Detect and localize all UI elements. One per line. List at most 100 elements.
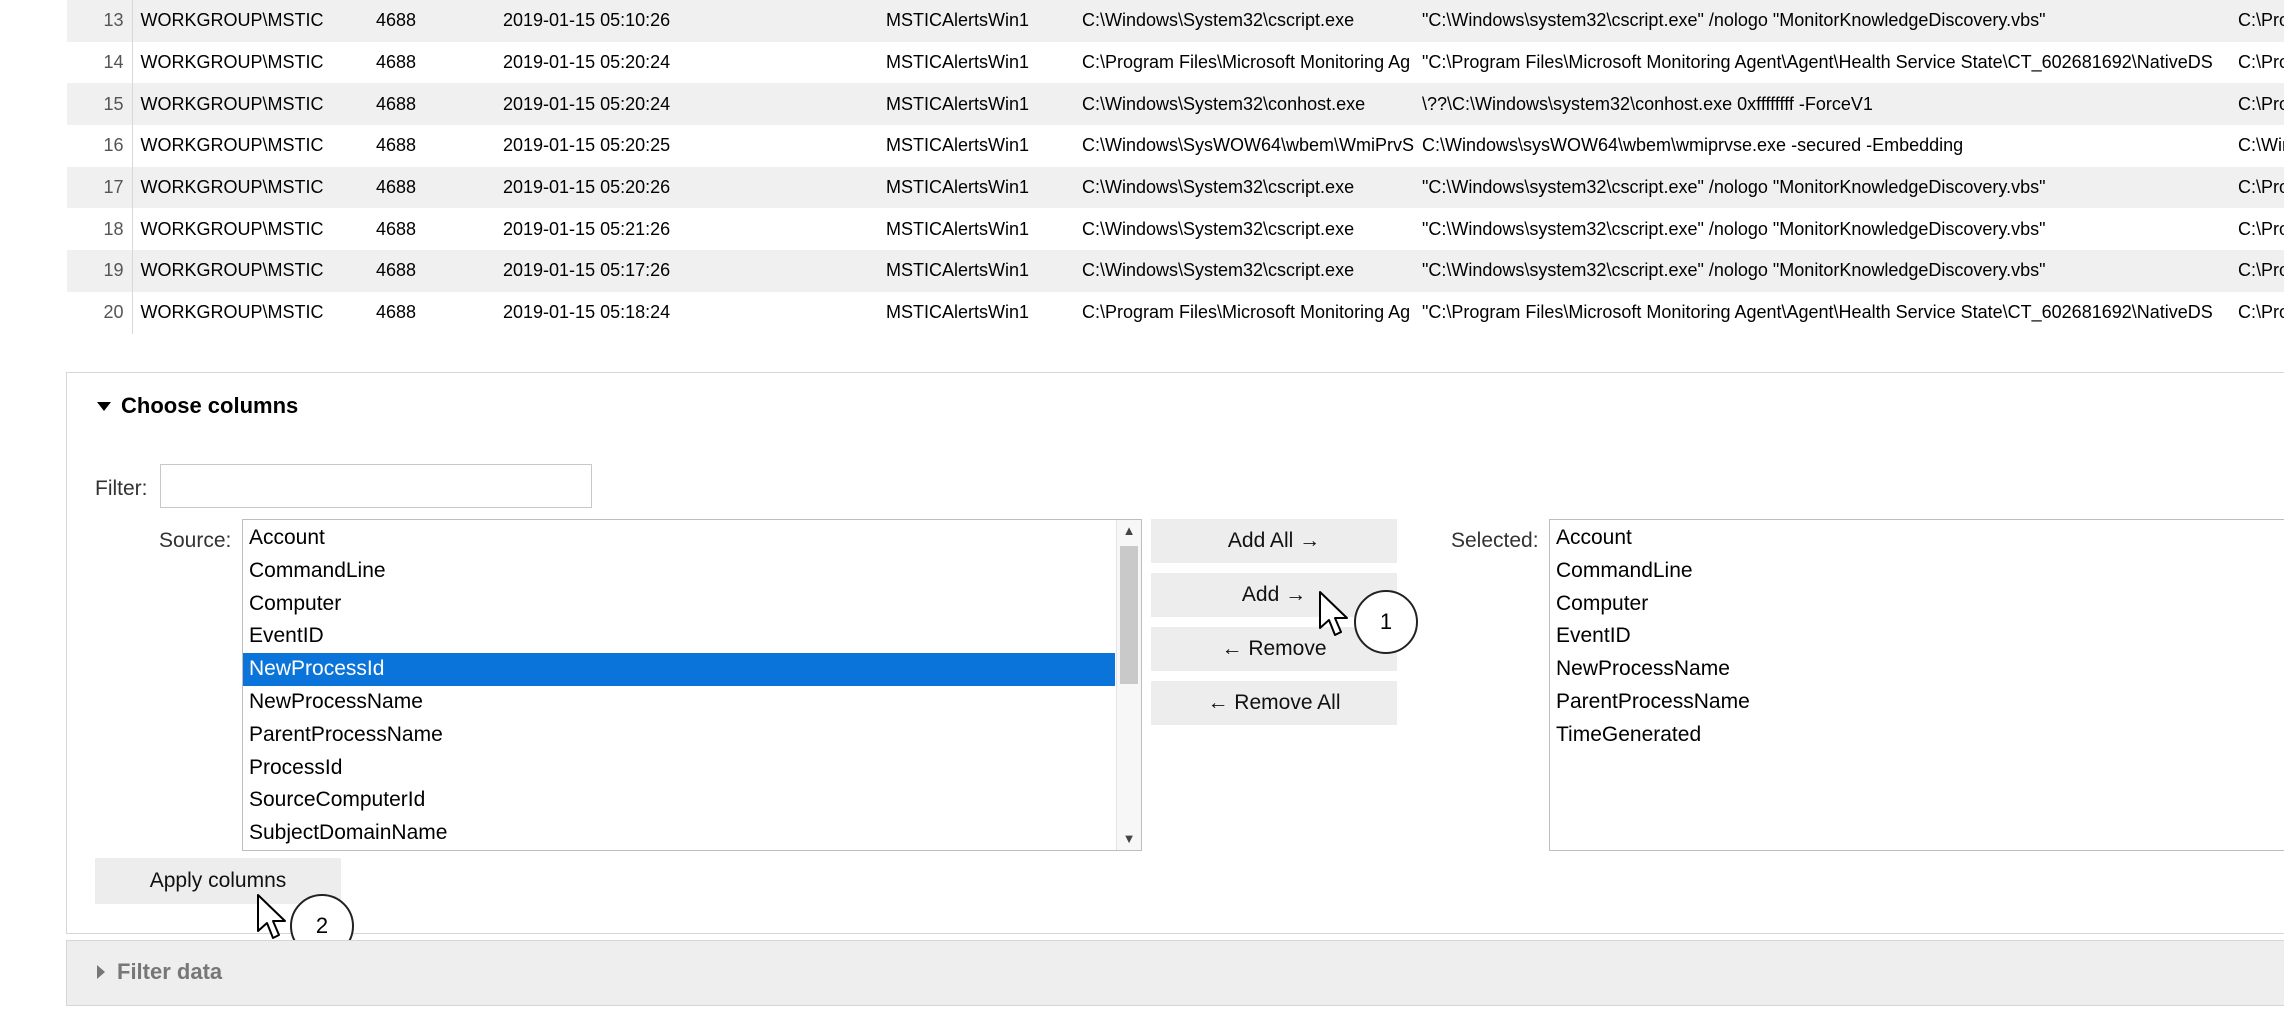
chevron-up-icon[interactable]: ▲ xyxy=(1117,520,1141,542)
filter-data-header[interactable]: Filter data xyxy=(97,959,222,985)
cell-computer: MSTICAlertsWin1 xyxy=(878,125,1074,167)
list-item[interactable]: Account xyxy=(1550,522,2284,555)
cell-time: 2019-01-15 05:20:26 xyxy=(495,166,878,209)
list-item[interactable]: CommandLine xyxy=(1550,555,2284,588)
table-row: 14 WORKGROUP\MSTIC 4688 2019-01-15 05:20:24… xyxy=(67,41,2284,84)
filter-label: Filter: xyxy=(95,477,148,500)
list-item[interactable]: EventID xyxy=(243,620,1115,653)
cell-time: 2019-01-15 05:10:26 xyxy=(495,0,878,42)
cell-process: C:\Windows\SysWOW64\wbem\WmiPrvS xyxy=(1074,125,1414,167)
source-options: Account CommandLine Computer EventID NewProc… xyxy=(243,522,1115,850)
cell-computer: MSTICAlertsWin1 xyxy=(878,166,1074,209)
cell-computer: MSTICAlertsWin1 xyxy=(878,41,1074,84)
selected-listbox[interactable]: Account CommandLine Computer EventID NewProc… xyxy=(1549,519,2284,851)
cell-parent: C:\Progra xyxy=(2230,166,2284,209)
caret-right-icon xyxy=(97,965,105,979)
list-item[interactable]: NewProcessName xyxy=(243,686,1115,719)
apply-columns-button[interactable]: Apply columns xyxy=(95,858,341,904)
table-row: 13 WORKGROUP\MSTIC 4688 2019-01-15 05:10:26… xyxy=(67,0,2284,42)
cell-account: WORKGROUP\MSTIC xyxy=(132,83,368,126)
cell-parent: C:\Progra xyxy=(2230,291,2284,334)
cell-event-id: 4688 xyxy=(368,0,495,42)
cell-computer: MSTICAlertsWin1 xyxy=(878,291,1074,334)
cell-process: C:\Windows\System32\cscript.exe xyxy=(1074,166,1414,209)
list-item[interactable]: Computer xyxy=(243,588,1115,621)
cell-event-id: 4688 xyxy=(368,83,495,126)
cell-cmdline: C:\Windows\sysWOW64\wbem\wmiprvse.exe -s… xyxy=(1414,125,2230,167)
cell-time: 2019-01-15 05:20:24 xyxy=(495,41,878,84)
scroll-thumb[interactable] xyxy=(1120,546,1138,684)
list-item[interactable]: Account xyxy=(243,522,1115,555)
cell-account: WORKGROUP\MSTIC xyxy=(132,208,368,251)
cell-computer: MSTICAlertsWin1 xyxy=(878,250,1074,292)
choose-columns-header[interactable]: Choose columns xyxy=(97,393,298,419)
cell-idx: 13 xyxy=(67,0,133,42)
cell-parent: C:\Progra xyxy=(2230,0,2284,42)
choose-columns-title: Choose columns xyxy=(121,393,299,418)
list-item[interactable]: SubjectDomainName xyxy=(243,817,1115,850)
cell-idx: 20 xyxy=(67,291,133,334)
cell-event-id: 4688 xyxy=(368,250,495,292)
list-item[interactable]: ParentProcessName xyxy=(1550,686,2284,719)
add-all-button[interactable]: Add All → xyxy=(1151,519,1397,563)
list-item[interactable]: CommandLine xyxy=(243,555,1115,588)
list-item[interactable]: EventID xyxy=(1550,620,2284,653)
cell-account: WORKGROUP\MSTIC xyxy=(132,250,368,292)
cell-cmdline: "C:\Windows\system32\cscript.exe" /nolog… xyxy=(1414,166,2230,209)
cell-computer: MSTICAlertsWin1 xyxy=(878,208,1074,251)
cell-cmdline: \??\C:\Windows\system32\conhost.exe 0xff… xyxy=(1414,83,2230,126)
cell-cmdline: "C:\Windows\system32\cscript.exe" /nolog… xyxy=(1414,208,2230,251)
source-scrollbar[interactable]: ▲ ▼ xyxy=(1116,520,1141,850)
source-listbox[interactable]: Account CommandLine Computer EventID NewProc… xyxy=(242,519,1142,851)
table-row: 16 WORKGROUP\MSTIC 4688 2019-01-15 05:20:25… xyxy=(67,125,2284,167)
cell-idx: 14 xyxy=(67,41,133,84)
remove-all-button[interactable]: ← Remove All xyxy=(1151,681,1397,725)
list-item[interactable]: TimeGenerated xyxy=(1550,719,2284,752)
events-table: 13 WORKGROUP\MSTIC 4688 2019-01-15 05:10:26… xyxy=(67,0,2284,334)
cell-event-id: 4688 xyxy=(368,125,495,167)
selected-options: Account CommandLine Computer EventID NewProc… xyxy=(1550,522,2284,752)
cell-event-id: 4688 xyxy=(368,291,495,334)
cell-parent: C:\Progra xyxy=(2230,250,2284,292)
caret-down-icon xyxy=(97,401,111,411)
cell-parent: C:\Windo xyxy=(2230,125,2284,167)
cell-parent: C:\Progra xyxy=(2230,41,2284,84)
cell-cmdline: "C:\Program Files\Microsoft Monitoring A… xyxy=(1414,41,2230,84)
cell-time: 2019-01-15 05:17:26 xyxy=(495,250,878,292)
cell-account: WORKGROUP\MSTIC xyxy=(132,0,368,42)
cell-parent: C:\Progra xyxy=(2230,208,2284,251)
cell-event-id: 4688 xyxy=(368,166,495,209)
cell-process: C:\Program Files\Microsoft Monitoring Ag xyxy=(1074,41,1414,84)
list-item[interactable]: NewProcessName xyxy=(1550,653,2284,686)
cell-process: C:\Windows\System32\cscript.exe xyxy=(1074,208,1414,251)
list-item[interactable]: SourceComputerId xyxy=(243,784,1115,817)
list-item[interactable]: Computer xyxy=(1550,588,2284,621)
cell-idx: 16 xyxy=(67,125,133,167)
cell-time: 2019-01-15 05:18:24 xyxy=(495,291,878,334)
list-item[interactable]: ParentProcessName xyxy=(243,719,1115,752)
filter-input[interactable] xyxy=(160,464,592,508)
cell-cmdline: "C:\Windows\system32\cscript.exe" /nolog… xyxy=(1414,250,2230,292)
cell-idx: 18 xyxy=(67,208,133,251)
cell-process: C:\Windows\System32\conhost.exe xyxy=(1074,83,1414,126)
cell-event-id: 4688 xyxy=(368,208,495,251)
cell-time: 2019-01-15 05:20:25 xyxy=(495,125,878,167)
table-row: 18 WORKGROUP\MSTIC 4688 2019-01-15 05:21:26… xyxy=(67,208,2284,251)
cell-cmdline: "C:\Windows\system32\cscript.exe" /nolog… xyxy=(1414,0,2230,42)
table-row: 19 WORKGROUP\MSTIC 4688 2019-01-15 05:17:26… xyxy=(67,250,2284,292)
cell-event-id: 4688 xyxy=(368,41,495,84)
cell-process: C:\Windows\System32\cscript.exe xyxy=(1074,250,1414,292)
table-row: 20 WORKGROUP\MSTIC 4688 2019-01-15 05:18:24… xyxy=(67,291,2284,334)
cell-idx: 17 xyxy=(67,166,133,209)
cell-computer: MSTICAlertsWin1 xyxy=(878,83,1074,126)
cell-process: C:\Windows\System32\cscript.exe xyxy=(1074,0,1414,42)
chevron-down-icon[interactable]: ▼ xyxy=(1117,828,1141,850)
cell-account: WORKGROUP\MSTIC xyxy=(132,291,368,334)
list-item[interactable]: NewProcessId xyxy=(243,653,1115,686)
cell-cmdline: "C:\Program Files\Microsoft Monitoring A… xyxy=(1414,291,2230,334)
filter-data-title: Filter data xyxy=(117,959,223,984)
mouse-pointer-icon xyxy=(1319,591,1348,636)
cell-idx: 15 xyxy=(67,83,133,126)
list-item[interactable]: ProcessId xyxy=(243,752,1115,785)
table-row: 15 WORKGROUP\MSTIC 4688 2019-01-15 05:20:24… xyxy=(67,83,2284,126)
